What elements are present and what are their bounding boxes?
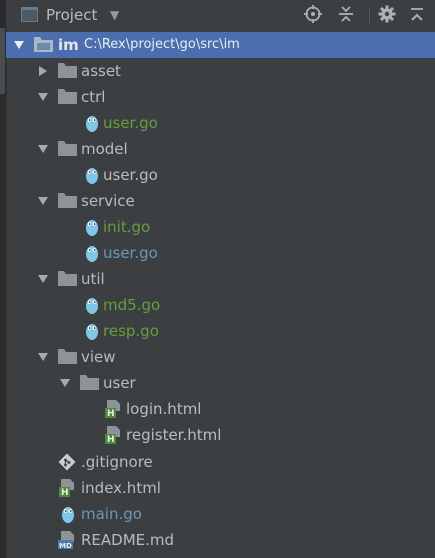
folder-icon	[58, 271, 77, 286]
tree-item-label: asset	[81, 62, 121, 80]
tree-item-ctrl[interactable]: ctrl	[6, 84, 435, 110]
tree-item-label: .gitignore	[81, 453, 153, 471]
tree-item-gitignore[interactable]: .gitignore	[6, 449, 435, 475]
folder-icon	[58, 89, 77, 104]
folder-icon	[58, 63, 77, 78]
project-view-icon	[21, 7, 38, 22]
go-gopher-icon	[86, 246, 98, 262]
tree-item-label: util	[81, 270, 105, 288]
expand-arrow-icon[interactable]	[38, 352, 48, 362]
expand-arrow-icon[interactable]	[60, 378, 70, 388]
expand-arrow-icon[interactable]	[38, 92, 48, 102]
gear-icon[interactable]	[376, 5, 398, 27]
chevron-down-icon[interactable]: ▼	[110, 8, 119, 22]
tree-item-model[interactable]: model	[6, 136, 435, 162]
git-file-icon	[58, 453, 76, 471]
tree-item-readme-md[interactable]: MD README.md	[6, 527, 435, 553]
go-gopher-icon	[86, 168, 98, 184]
tree-item-label: init.go	[103, 218, 151, 236]
tree-item-label: view	[81, 348, 116, 366]
tree-item-index-html[interactable]: H index.html	[6, 475, 435, 501]
root-folder-path: C:\Rex\project\go\src\im	[84, 37, 240, 52]
svg-text:H: H	[61, 488, 69, 497]
project-tool-window: Project ▼ im C:\Rex\project\go\src\im as…	[0, 0, 435, 558]
tree-item-label: model	[81, 140, 128, 158]
tree-item-util-md5-go[interactable]: md5.go	[6, 292, 435, 318]
tree-item-util-resp-go[interactable]: resp.go	[6, 318, 435, 344]
tree-item-asset[interactable]: asset	[6, 58, 435, 84]
tree-item-register-html[interactable]: H register.html	[6, 422, 435, 448]
tree-item-label: index.html	[81, 479, 161, 497]
tree-item-label: main.go	[81, 505, 142, 523]
folder-icon	[58, 141, 77, 156]
module-folder-icon	[34, 37, 53, 52]
tree-item-label: README.md	[81, 531, 175, 549]
tree-item-model-user-go[interactable]: user.go	[6, 162, 435, 188]
collapse-all-icon[interactable]	[335, 5, 357, 27]
html-file-icon: H	[105, 400, 120, 418]
tree-item-label: user	[103, 374, 136, 392]
go-gopher-icon	[86, 298, 98, 314]
tree-item-ctrl-user-go[interactable]: user.go	[6, 110, 435, 136]
tree-item-login-html[interactable]: H login.html	[6, 396, 435, 422]
tree-item-label: md5.go	[103, 296, 161, 314]
go-gopher-icon	[86, 220, 98, 236]
project-toolbar: Project ▼	[6, 0, 435, 33]
html-file-icon: H	[105, 426, 120, 444]
folder-icon	[58, 349, 77, 364]
collapsed-arrow-icon[interactable]	[38, 66, 48, 76]
go-gopher-icon	[86, 116, 98, 132]
tree-item-label: user.go	[103, 114, 158, 132]
expand-arrow-icon[interactable]	[38, 144, 48, 154]
tree-item-label: register.html	[126, 426, 222, 444]
tree-item-service-init-go[interactable]: init.go	[6, 214, 435, 240]
folder-icon	[58, 193, 77, 208]
view-selector-label[interactable]: Project	[46, 6, 97, 24]
go-gopher-icon	[62, 507, 74, 523]
svg-text:H: H	[107, 409, 115, 418]
tree-root-im[interactable]: im C:\Rex\project\go\src\im	[6, 32, 435, 58]
tree-item-view-user[interactable]: user	[6, 370, 435, 396]
expand-arrow-icon[interactable]	[38, 196, 48, 206]
svg-text:H: H	[107, 435, 115, 444]
expand-arrow-icon[interactable]	[38, 274, 48, 284]
tree-item-label: resp.go	[103, 322, 159, 340]
svg-text:MD: MD	[59, 542, 72, 549]
root-folder-label: im	[58, 36, 79, 54]
tree-item-label: user.go	[103, 166, 158, 184]
tree-item-view[interactable]: view	[6, 344, 435, 370]
tree-item-label: ctrl	[81, 88, 106, 106]
project-tree: im C:\Rex\project\go\src\im asset ctrl u…	[6, 32, 435, 558]
go-gopher-icon	[86, 324, 98, 340]
folder-icon	[80, 375, 99, 390]
toolbar-separator	[369, 8, 370, 24]
expand-arrow-icon[interactable]	[14, 40, 24, 50]
tree-item-label: service	[81, 192, 135, 210]
markdown-file-icon: MD	[58, 531, 74, 549]
tree-item-util[interactable]: util	[6, 266, 435, 292]
crosshair-icon[interactable]	[302, 5, 324, 27]
tree-item-service-user-go[interactable]: user.go	[6, 240, 435, 266]
hide-panel-icon[interactable]	[406, 5, 428, 27]
html-file-icon: H	[59, 479, 74, 497]
tree-item-main-go[interactable]: main.go	[6, 501, 435, 527]
tree-item-label: login.html	[126, 400, 202, 418]
tree-item-service[interactable]: service	[6, 188, 435, 214]
project-tool-tab[interactable]	[0, 28, 5, 94]
tree-item-label: user.go	[103, 244, 158, 262]
